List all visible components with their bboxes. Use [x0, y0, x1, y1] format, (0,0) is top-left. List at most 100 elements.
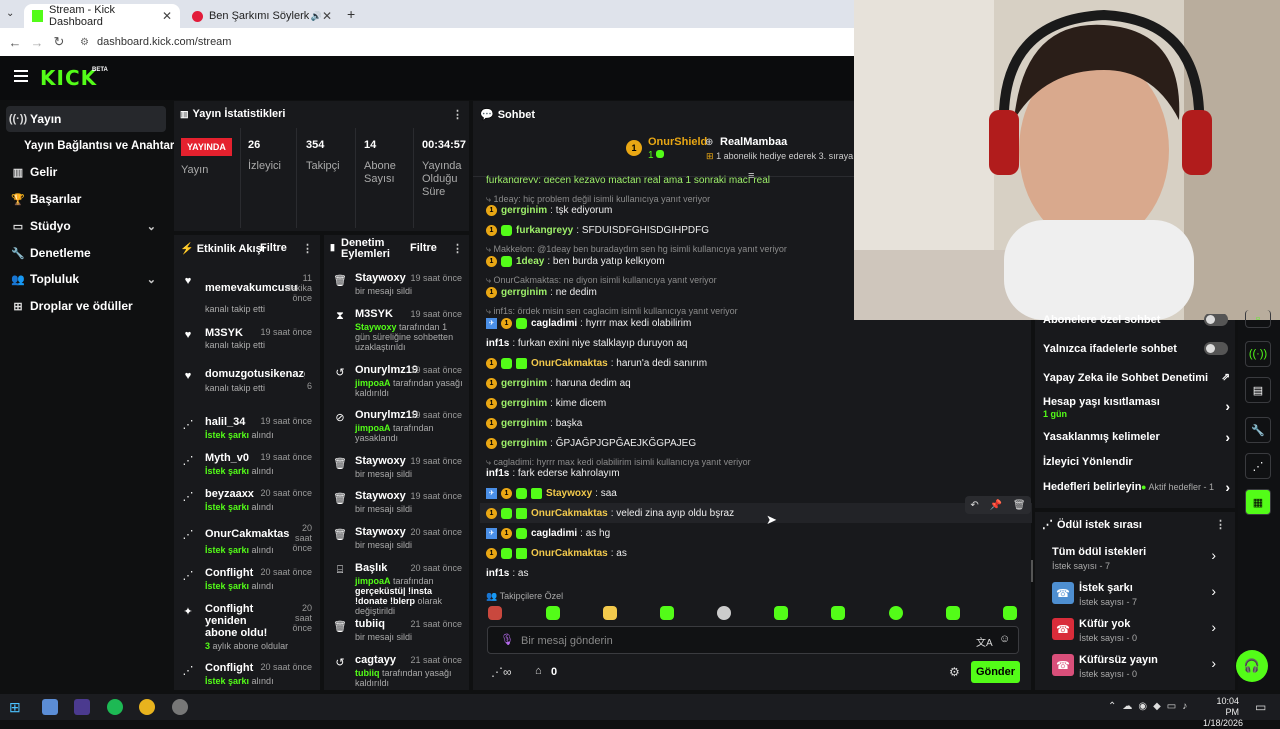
- nav-item-topluluk[interactable]: 👥 Topluluk ⌄: [6, 266, 166, 292]
- new-tab-icon[interactable]: +: [347, 6, 355, 22]
- nav-item-stream-key[interactable]: Yayın Bağlantısı ve Anahtarı: [24, 133, 178, 159]
- chat-user[interactable]: furkangreyy: [516, 225, 573, 236]
- chat-user[interactable]: inf1s: [486, 338, 509, 349]
- translate-icon[interactable]: 文A: [976, 634, 993, 649]
- app-icon[interactable]: [42, 699, 58, 715]
- mod-name[interactable]: Onurylmz19: [355, 364, 418, 376]
- reward-row[interactable]: ☎ İstek şarkı İstek sayısı - 7 ›: [1052, 582, 1220, 610]
- emote-icon[interactable]: [831, 606, 845, 620]
- setting-account-age[interactable]: Hesap yaşı kısıtlaması 1 gün ›: [1043, 396, 1230, 426]
- clapperboard-icon[interactable]: ▦: [1245, 489, 1271, 515]
- wrench-icon[interactable]: 🔧: [1245, 417, 1271, 443]
- rail-button-green[interactable]: ▫: [1245, 310, 1271, 328]
- chat-user[interactable]: 1deay: [516, 256, 544, 267]
- nav-item-gelir[interactable]: ▥ Gelir: [6, 159, 166, 185]
- setting-raid[interactable]: İzleyici Yönlendir: [1043, 456, 1230, 468]
- close-icon[interactable]: ✕: [322, 9, 332, 23]
- chat-user[interactable]: cagladimi: [531, 318, 577, 329]
- emote-icon[interactable]: [717, 606, 731, 620]
- event-name[interactable]: Conflight yeniden abone oldu!: [205, 603, 280, 639]
- url-field[interactable]: ⚙ dashboard.kick.com/stream: [80, 36, 231, 48]
- emote-icon[interactable]: [774, 606, 788, 620]
- more-options-icon[interactable]: ⋮: [302, 242, 313, 255]
- store-icon[interactable]: ⌂: [535, 665, 542, 677]
- notification-icon[interactable]: ▭: [1255, 700, 1266, 714]
- toggle-switch[interactable]: [1204, 342, 1228, 355]
- chat-user[interactable]: gerrginim: [501, 378, 547, 389]
- back-icon[interactable]: ←: [4, 35, 26, 50]
- support-headset-icon[interactable]: 🎧: [1236, 650, 1268, 682]
- gift-user[interactable]: RealMambaa: [720, 136, 787, 148]
- chrome-icon[interactable]: [139, 699, 155, 715]
- chat-user[interactable]: gerrginim: [501, 398, 547, 409]
- emote-icon[interactable]: [660, 606, 674, 620]
- pinned-user[interactable]: OnurShield: [648, 136, 707, 148]
- emote-icon[interactable]: [488, 606, 502, 620]
- clock[interactable]: 10:04 PM 1/18/2026: [1203, 696, 1243, 729]
- reward-row[interactable]: ☎ Küfürsüz yayın İstek sayısı - 0 ›: [1052, 654, 1220, 682]
- delete-icon[interactable]: 🗑: [1013, 500, 1026, 511]
- obs-icon[interactable]: [172, 699, 188, 715]
- app-icon[interactable]: [74, 699, 90, 715]
- emote-icon[interactable]: [1003, 606, 1017, 620]
- setting-goals[interactable]: Hedefleri belirleyin ● Aktif hedefler - 1…: [1043, 479, 1230, 495]
- mod-name[interactable]: Staywoxy: [355, 455, 415, 467]
- gear-icon[interactable]: ⚙: [949, 665, 960, 679]
- speaker-icon[interactable]: 🔊: [311, 11, 322, 22]
- chat-user[interactable]: gerrginim: [501, 287, 547, 298]
- reply-icon[interactable]: ↶: [970, 500, 978, 511]
- emote-icon[interactable]: [946, 606, 960, 620]
- mod-name[interactable]: M3SYK: [355, 308, 415, 320]
- chat-user[interactable]: OnurCakmaktas: [531, 548, 608, 559]
- mod-name[interactable]: Staywoxy: [355, 526, 415, 538]
- emote-icon[interactable]: [546, 606, 560, 620]
- spotify-icon[interactable]: [107, 699, 123, 715]
- chat-user[interactable]: OnurCakmaktas: [531, 508, 608, 519]
- mod-name[interactable]: cagtayy: [355, 654, 415, 666]
- tab-list-icon[interactable]: ⌄: [6, 8, 14, 19]
- setting-banned-words[interactable]: Yasaklanmış kelimeler ›: [1043, 429, 1230, 445]
- event-name[interactable]: memevakumcusu: [205, 282, 297, 294]
- chat-input-box[interactable]: 🎙 Bir mesaj gönderin 文A ☺: [487, 626, 1019, 654]
- emoji-icon[interactable]: ☺: [999, 633, 1010, 645]
- broadcast-icon[interactable]: ((·)): [1245, 341, 1271, 367]
- event-name[interactable]: domuzgotusikenazgin: [205, 368, 305, 380]
- microphone-icon[interactable]: 🎙: [500, 633, 514, 646]
- mod-name[interactable]: Staywoxy: [355, 490, 415, 502]
- close-icon[interactable]: ✕: [162, 9, 172, 23]
- nav-item-droplar[interactable]: ⊞ Droplar ve ödüller: [6, 293, 166, 319]
- chat-message[interactable]: 1 OnurCakmaktas: veledi zina ayıp oldu bş…: [486, 506, 734, 520]
- tab-kick-dashboard[interactable]: Stream - Kick Dashboard ✕: [24, 4, 180, 28]
- mod-name[interactable]: Staywoxy: [355, 272, 415, 284]
- modlog-filter-button[interactable]: Filtre: [410, 242, 437, 254]
- chat-user[interactable]: gerrginim: [501, 418, 547, 429]
- chat-user[interactable]: inf1s: [486, 568, 509, 579]
- windows-start-icon[interactable]: ⊞: [9, 699, 25, 715]
- reward-row[interactable]: ☎ Küfür yok İstek sayısı - 0 ›: [1052, 618, 1220, 646]
- more-options-icon[interactable]: ⋮: [452, 108, 463, 121]
- chat-user[interactable]: inf1s: [486, 468, 509, 479]
- tab-youtube[interactable]: Ben Şarkımı Söylerken - You 🔊 ✕: [184, 4, 340, 28]
- mod-name[interactable]: Onurylmz19: [355, 409, 418, 421]
- pin-icon[interactable]: 📌: [990, 500, 1002, 511]
- nav-item-basarilar[interactable]: 🏆 Başarılar: [6, 186, 166, 212]
- chat-user[interactable]: cagladimi: [531, 528, 577, 539]
- emote-icon[interactable]: [603, 606, 617, 620]
- reward-row[interactable]: Tüm ödül istekleri İstek sayısı - 7 ›: [1052, 546, 1220, 574]
- reward-icon[interactable]: ⋰: [1245, 453, 1271, 479]
- more-options-icon[interactable]: ⋮: [1215, 518, 1226, 531]
- event-name[interactable]: OnurCakmaktas: [205, 528, 295, 540]
- mod-name[interactable]: tubiiq: [355, 618, 415, 630]
- nav-item-studyo[interactable]: ▭ Stüdyo ⌄: [6, 213, 166, 239]
- setting-ai-moderation[interactable]: Yapay Zeka ile Sohbet Denetimi ⇗: [1043, 372, 1230, 384]
- points-icon[interactable]: ⋰∞: [491, 665, 512, 679]
- chat-user[interactable]: gerrginim: [501, 438, 547, 449]
- reload-icon[interactable]: ↻: [48, 34, 70, 50]
- activity-filter-button[interactable]: Filtre: [260, 242, 287, 254]
- nav-item-yayin[interactable]: ((·)) Yayın: [6, 106, 166, 132]
- forward-icon[interactable]: →: [26, 35, 48, 50]
- mod-name[interactable]: Başlık: [355, 562, 415, 574]
- kick-logo[interactable]: KICK: [40, 66, 97, 90]
- chat-user[interactable]: gerrginim: [501, 205, 547, 216]
- chat-scrollbar[interactable]: [1031, 560, 1033, 582]
